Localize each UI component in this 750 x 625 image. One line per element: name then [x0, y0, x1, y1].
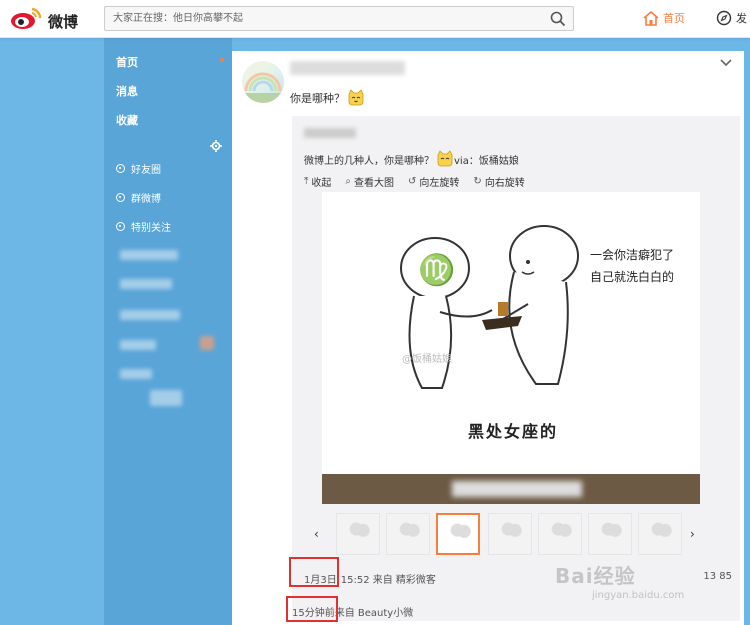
top-navigation-bar: 微博 首页 发 — [0, 0, 750, 38]
logo-text: 微博 — [48, 13, 79, 31]
thumbnail[interactable] — [588, 513, 632, 555]
view-large-button[interactable]: ⌕ 查看大图 — [345, 174, 394, 189]
rotate-right-icon: ↻ — [473, 176, 482, 187]
speech-line-1: 一会你洁癖犯了 — [590, 248, 675, 262]
post-text: 你是哪种？ — [290, 89, 365, 107]
rainbow-avatar-image — [242, 72, 284, 103]
blurred-group-item[interactable] — [150, 390, 182, 406]
image-footer-bar — [322, 474, 700, 504]
weibo-logo[interactable]: 微博 — [10, 7, 85, 31]
group-icon — [116, 222, 125, 231]
original-text-content: 微博上的几种人，你是哪种？ — [304, 155, 434, 167]
group-label: 特别关注 — [131, 223, 171, 234]
sidebar-group-group-weibo[interactable]: 群微博 — [116, 190, 161, 205]
sidebar-item-home[interactable]: 首页 — [116, 54, 138, 70]
comic-caption: 黑处女座的 — [468, 422, 559, 441]
search-icon[interactable] — [549, 10, 567, 28]
feed-card: 你是哪种？ 微博上的几种人，你是哪种？ via：饭桶姑娘 ⤒ 收起 ⌕ 查看大图… — [232, 51, 744, 625]
sidebar-group-friends[interactable]: 好友圈 — [116, 161, 161, 176]
thumbnail-next-arrow[interactable]: › — [690, 527, 695, 541]
gear-icon[interactable] — [210, 140, 222, 152]
highlight-box-time — [286, 596, 338, 622]
new-indicator — [220, 58, 224, 62]
comic-watermark: @饭桶姑娘 — [402, 354, 452, 365]
blurred-group-item[interactable] — [120, 369, 152, 379]
post-image[interactable]: ♍ 一会你洁癖犯了 自己就洗白白的 @饭桶姑娘 黑处女座的 — [322, 192, 700, 504]
rotate-right-label: 向右旋转 — [484, 178, 525, 189]
collapse-button[interactable]: ⤒ 收起 — [304, 174, 331, 189]
collapse-label: 收起 — [311, 178, 332, 189]
thumbnail[interactable] — [488, 513, 532, 555]
thumbnail[interactable] — [386, 513, 430, 555]
cat-emoji-icon — [348, 89, 364, 106]
nav-home[interactable]: 首页 — [643, 8, 685, 28]
original-via-link[interactable]: via：饭桶姑娘 — [454, 152, 519, 167]
post-source[interactable]: 来自 Beauty小微 — [335, 604, 414, 619]
weibo-eye-icon — [11, 7, 42, 29]
blurred-group-item[interactable] — [120, 340, 156, 350]
avatar[interactable] — [242, 61, 284, 103]
blurred-author-name[interactable] — [290, 61, 405, 75]
original-time-source[interactable]: 15:52 来自 精彩微客 — [341, 571, 436, 586]
thumbnail[interactable] — [336, 513, 380, 555]
search-box — [104, 6, 574, 31]
search-input[interactable] — [105, 7, 535, 30]
reposted-content: 微博上的几种人，你是哪种？ via：饭桶姑娘 ⤒ 收起 ⌕ 查看大图 ↺ 向左旋… — [292, 116, 740, 621]
original-post-text: 微博上的几种人，你是哪种？ via：饭桶姑娘 — [304, 150, 519, 168]
home-icon — [643, 10, 659, 26]
cat-emoji-icon — [437, 150, 453, 167]
site-watermark: Bai经验 — [555, 564, 636, 588]
chevron-down-icon[interactable] — [720, 59, 732, 67]
speech-line-2: 自己就洗白白的 — [590, 270, 675, 284]
nav-discover-label: 发 — [736, 12, 747, 25]
nav-discover[interactable]: 发 — [716, 8, 747, 28]
magnifier-icon: ⌕ — [345, 176, 352, 187]
rotate-left-button[interactable]: ↺ 向左旋转 — [408, 174, 459, 189]
blurred-group-item[interactable] — [120, 310, 180, 320]
thumbnail-active[interactable] — [436, 513, 480, 555]
thumbnail[interactable] — [638, 513, 682, 555]
compass-icon — [716, 10, 732, 26]
svg-text:♍: ♍ — [418, 252, 455, 288]
sidebar-item-messages[interactable]: 消息 — [116, 83, 138, 99]
original-stats[interactable]: 13 85 — [703, 571, 732, 582]
group-icon — [116, 193, 125, 202]
blurred-badge — [200, 336, 214, 350]
image-toolbar: ⤒ 收起 ⌕ 查看大图 ↺ 向左旋转 ↻ 向右旋转 — [304, 174, 525, 189]
blurred-original-author[interactable] — [304, 128, 356, 138]
thumbnail-prev-arrow[interactable]: ‹ — [314, 527, 319, 541]
site-watermark-url: jingyan.baidu.com — [592, 590, 685, 601]
rotate-left-icon: ↺ — [408, 176, 417, 187]
thumbnail[interactable] — [538, 513, 582, 555]
collapse-icon: ⤒ — [304, 176, 309, 187]
group-label: 群微博 — [131, 194, 161, 205]
left-sidebar: 首页 消息 收藏 好友圈 群微博 特别关注 — [104, 38, 232, 625]
nav-home-label: 首页 — [663, 12, 685, 25]
rotate-right-button[interactable]: ↻ 向右旋转 — [473, 174, 524, 189]
blurred-group-item[interactable] — [120, 279, 172, 289]
group-icon — [116, 164, 125, 173]
sidebar-item-favorites[interactable]: 收藏 — [116, 112, 138, 128]
view-large-label: 查看大图 — [354, 178, 395, 189]
blurred-group-item[interactable] — [120, 250, 178, 260]
blurred-footer-text — [452, 481, 582, 497]
post-text-content: 你是哪种？ — [290, 92, 345, 105]
rotate-left-label: 向左旋转 — [419, 178, 460, 189]
sidebar-group-special[interactable]: 特别关注 — [116, 219, 171, 234]
highlight-box-date — [289, 557, 339, 587]
comic-speech-text: 一会你洁癖犯了 自己就洗白白的 — [590, 244, 674, 288]
group-label: 好友圈 — [131, 165, 161, 176]
thumbnail-strip: ‹ › — [314, 513, 700, 557]
